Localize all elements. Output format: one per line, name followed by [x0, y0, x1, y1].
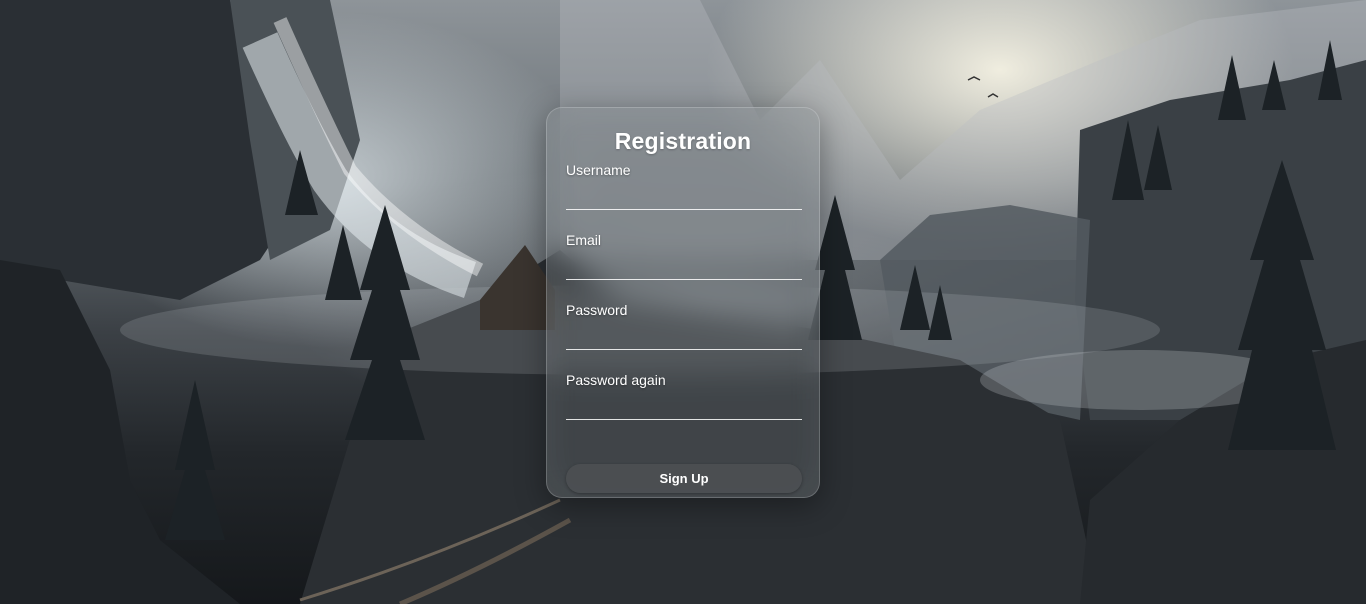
sign-up-button[interactable]: Sign Up [566, 464, 802, 493]
email-label: Email [566, 232, 602, 248]
password-label: Password [566, 302, 628, 318]
registration-card: Registration Username Email Password Pas… [546, 107, 820, 498]
email-field-group: Email [566, 230, 802, 300]
username-label: Username [566, 162, 631, 178]
username-field-group: Username [566, 160, 802, 230]
password-field-group: Password [566, 300, 802, 370]
form-title: Registration [614, 128, 752, 154]
username-input[interactable] [566, 182, 802, 210]
password-again-label: Password again [566, 372, 666, 388]
password-again-input[interactable] [566, 392, 802, 420]
password-again-field-group: Password again [566, 370, 802, 440]
email-input[interactable] [566, 252, 802, 280]
password-input[interactable] [566, 322, 802, 350]
